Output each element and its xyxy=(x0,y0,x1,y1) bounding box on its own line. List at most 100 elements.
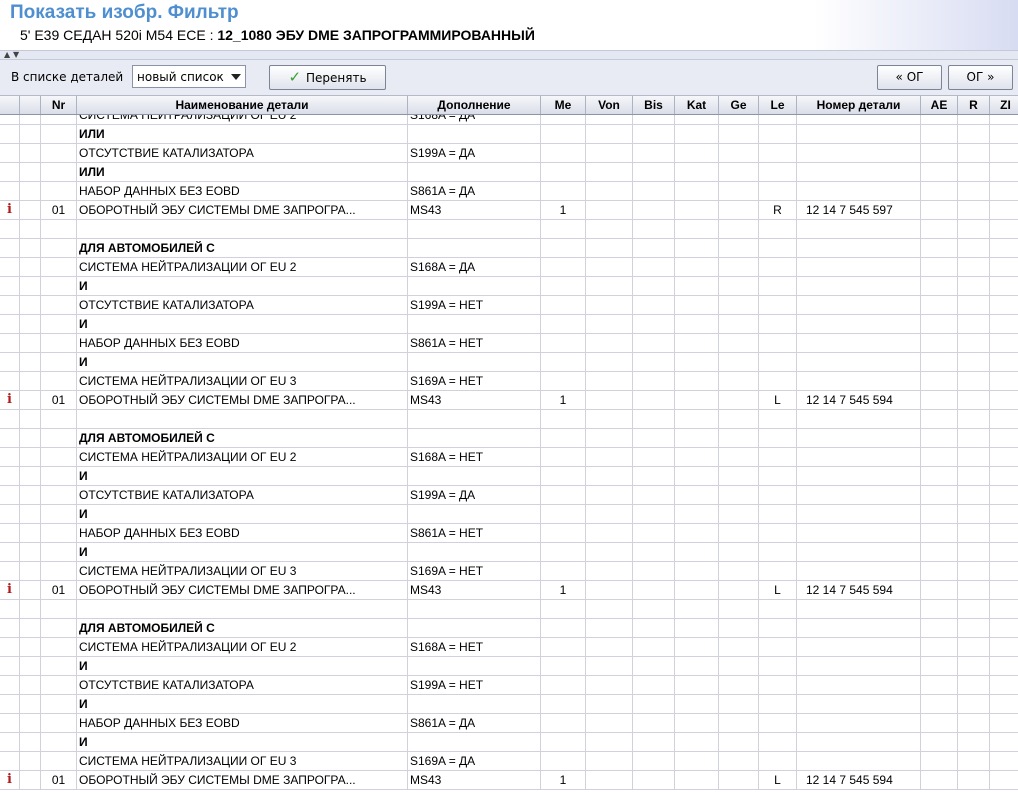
column-header-von[interactable]: Von xyxy=(586,96,633,114)
next-group-button[interactable]: ОГ » xyxy=(948,65,1013,90)
table-row[interactable]: СИСТЕМА НЕЙТРАЛИЗАЦИИ ОГ EU 3 S169A = НЕТ xyxy=(0,562,1018,581)
prev-group-button[interactable]: « ОГ xyxy=(877,65,942,90)
cell-ge xyxy=(719,752,759,770)
table-row[interactable]: ОТСУТСТВИЕ КАТАЛИЗАТОРА S199A = НЕТ xyxy=(0,296,1018,315)
cell-part-name: СИСТЕМА НЕЙТРАЛИЗАЦИИ ОГ EU 3 xyxy=(77,372,408,390)
table-row[interactable] xyxy=(0,220,1018,239)
parts-list-select[interactable]: новый список xyxy=(132,65,246,88)
cell-ge xyxy=(719,353,759,371)
column-header-zi[interactable]: ZI xyxy=(990,96,1018,114)
table-row[interactable]: i 01 ОБОРОТНЫЙ ЭБУ СИСТЕМЫ DME ЗАПРОГРА...… xyxy=(0,771,1018,790)
table-row[interactable] xyxy=(0,600,1018,619)
cell-me xyxy=(541,144,586,162)
cell-kat xyxy=(675,543,719,561)
table-row[interactable]: СИСТЕМА НЕЙТРАЛИЗАЦИИ ОГ EU 3 S169A = НЕТ xyxy=(0,372,1018,391)
cell-von xyxy=(586,163,633,181)
info-cell xyxy=(0,334,20,352)
cell-blank xyxy=(20,524,41,542)
info-icon[interactable]: i xyxy=(0,201,19,219)
table-row[interactable]: ДЛЯ АВТОМОБИЛЕЙ С xyxy=(0,619,1018,638)
table-row[interactable]: НАБОР ДАННЫХ БЕЗ EOBD S861A = ДА xyxy=(0,714,1018,733)
cell-ge xyxy=(719,125,759,143)
accept-button[interactable]: ✓ Перенять xyxy=(269,65,386,90)
info-cell: i xyxy=(0,201,20,219)
table-row[interactable]: ОТСУТСТВИЕ КАТАЛИЗАТОРА S199A = ДА xyxy=(0,144,1018,163)
table-row[interactable]: И xyxy=(0,695,1018,714)
table-row[interactable]: СИСТЕМА НЕЙТРАЛИЗАЦИИ ОГ EU 2 S168A = ДА xyxy=(0,258,1018,277)
cell-addition xyxy=(408,467,541,485)
table-row[interactable]: ИЛИ xyxy=(0,163,1018,182)
cell-addition xyxy=(408,619,541,637)
table-row[interactable]: НАБОР ДАННЫХ БЕЗ EOBD S861A = ДА xyxy=(0,182,1018,201)
cell-blank xyxy=(20,752,41,770)
table-row[interactable]: СИСТЕМА НЕЙТРАЛИЗАЦИИ ОГ EU 2 S168A = НЕТ xyxy=(0,638,1018,657)
accept-button-label: Перенять xyxy=(306,71,367,85)
table-row[interactable]: ДЛЯ АВТОМОБИЛЕЙ С xyxy=(0,429,1018,448)
cell-zi xyxy=(990,163,1018,181)
table-row[interactable]: СИСТЕМА НЕЙТРАЛИЗАЦИИ ОГ EU 2 S168A = ДА xyxy=(0,115,1018,125)
cell-ae xyxy=(921,144,958,162)
column-header-ge[interactable]: Ge xyxy=(719,96,759,114)
cell-bis xyxy=(633,581,675,599)
cell-nr xyxy=(41,144,77,162)
cell-kat xyxy=(675,524,719,542)
table-row[interactable]: ДЛЯ АВТОМОБИЛЕЙ С xyxy=(0,239,1018,258)
column-header-part-number[interactable]: Номер детали xyxy=(797,96,921,114)
column-header-name[interactable]: Наименование детали xyxy=(77,96,408,114)
table-row[interactable]: И xyxy=(0,543,1018,562)
cell-me xyxy=(541,695,586,713)
info-icon[interactable]: i xyxy=(0,581,19,599)
table-row[interactable]: i 01 ОБОРОТНЫЙ ЭБУ СИСТЕМЫ DME ЗАПРОГРА...… xyxy=(0,201,1018,220)
table-row[interactable]: ИЛИ xyxy=(0,125,1018,144)
cell-le xyxy=(759,467,797,485)
column-header-le[interactable]: Le xyxy=(759,96,797,114)
column-header-addition[interactable]: Дополнение xyxy=(408,96,541,114)
cell-part-number xyxy=(797,505,921,523)
table-row[interactable]: СИСТЕМА НЕЙТРАЛИЗАЦИИ ОГ EU 3 S169A = ДА xyxy=(0,752,1018,771)
cell-addition: S169A = НЕТ xyxy=(408,372,541,390)
cell-r xyxy=(958,429,990,447)
column-header-kat[interactable]: Kat xyxy=(675,96,719,114)
table-row[interactable]: НАБОР ДАННЫХ БЕЗ EOBD S861A = НЕТ xyxy=(0,524,1018,543)
column-header-me[interactable]: Me xyxy=(541,96,586,114)
table-row[interactable]: И xyxy=(0,657,1018,676)
table-row[interactable]: И xyxy=(0,277,1018,296)
cell-kat xyxy=(675,220,719,238)
cell-kat xyxy=(675,771,719,789)
table-row[interactable]: И xyxy=(0,467,1018,486)
table-row[interactable]: ОТСУТСТВИЕ КАТАЛИЗАТОРА S199A = ДА xyxy=(0,486,1018,505)
cell-r xyxy=(958,638,990,656)
column-header-nr[interactable]: Nr xyxy=(41,96,77,114)
cell-bis xyxy=(633,524,675,542)
table-row[interactable]: И xyxy=(0,353,1018,372)
collapse-down-icon[interactable]: ▼ xyxy=(13,51,19,59)
cell-part-number xyxy=(797,372,921,390)
column-header-blank[interactable] xyxy=(20,96,41,114)
column-header-r[interactable]: R xyxy=(958,96,990,114)
info-icon[interactable]: i xyxy=(0,391,19,409)
splitter-bar[interactable]: ▲ ▼ xyxy=(0,50,1018,60)
table-row[interactable]: ОТСУТСТВИЕ КАТАЛИЗАТОРА S199A = НЕТ xyxy=(0,676,1018,695)
cell-part-name: ОБОРОТНЫЙ ЭБУ СИСТЕМЫ DME ЗАПРОГРА... xyxy=(77,391,408,409)
cell-von xyxy=(586,239,633,257)
table-row[interactable]: i 01 ОБОРОТНЫЙ ЭБУ СИСТЕМЫ DME ЗАПРОГРА...… xyxy=(0,581,1018,600)
table-row[interactable]: НАБОР ДАННЫХ БЕЗ EOBD S861A = НЕТ xyxy=(0,334,1018,353)
cell-von xyxy=(586,220,633,238)
info-icon[interactable]: i xyxy=(0,771,19,789)
cell-le xyxy=(759,410,797,428)
cell-von xyxy=(586,277,633,295)
column-header-ae[interactable]: AE xyxy=(921,96,958,114)
table-row[interactable]: СИСТЕМА НЕЙТРАЛИЗАЦИИ ОГ EU 2 S168A = НЕТ xyxy=(0,448,1018,467)
column-header-bis[interactable]: Bis xyxy=(633,96,675,114)
column-header-info[interactable] xyxy=(0,96,20,114)
cell-part-name: СИСТЕМА НЕЙТРАЛИЗАЦИИ ОГ EU 2 xyxy=(77,258,408,276)
table-row[interactable]: И xyxy=(0,505,1018,524)
cell-zi xyxy=(990,600,1018,618)
collapse-up-icon[interactable]: ▲ xyxy=(4,51,10,59)
table-row[interactable]: И xyxy=(0,733,1018,752)
cell-me xyxy=(541,410,586,428)
cell-ae xyxy=(921,581,958,599)
table-row[interactable] xyxy=(0,410,1018,429)
table-row[interactable]: i 01 ОБОРОТНЫЙ ЭБУ СИСТЕМЫ DME ЗАПРОГРА...… xyxy=(0,391,1018,410)
table-row[interactable]: И xyxy=(0,315,1018,334)
